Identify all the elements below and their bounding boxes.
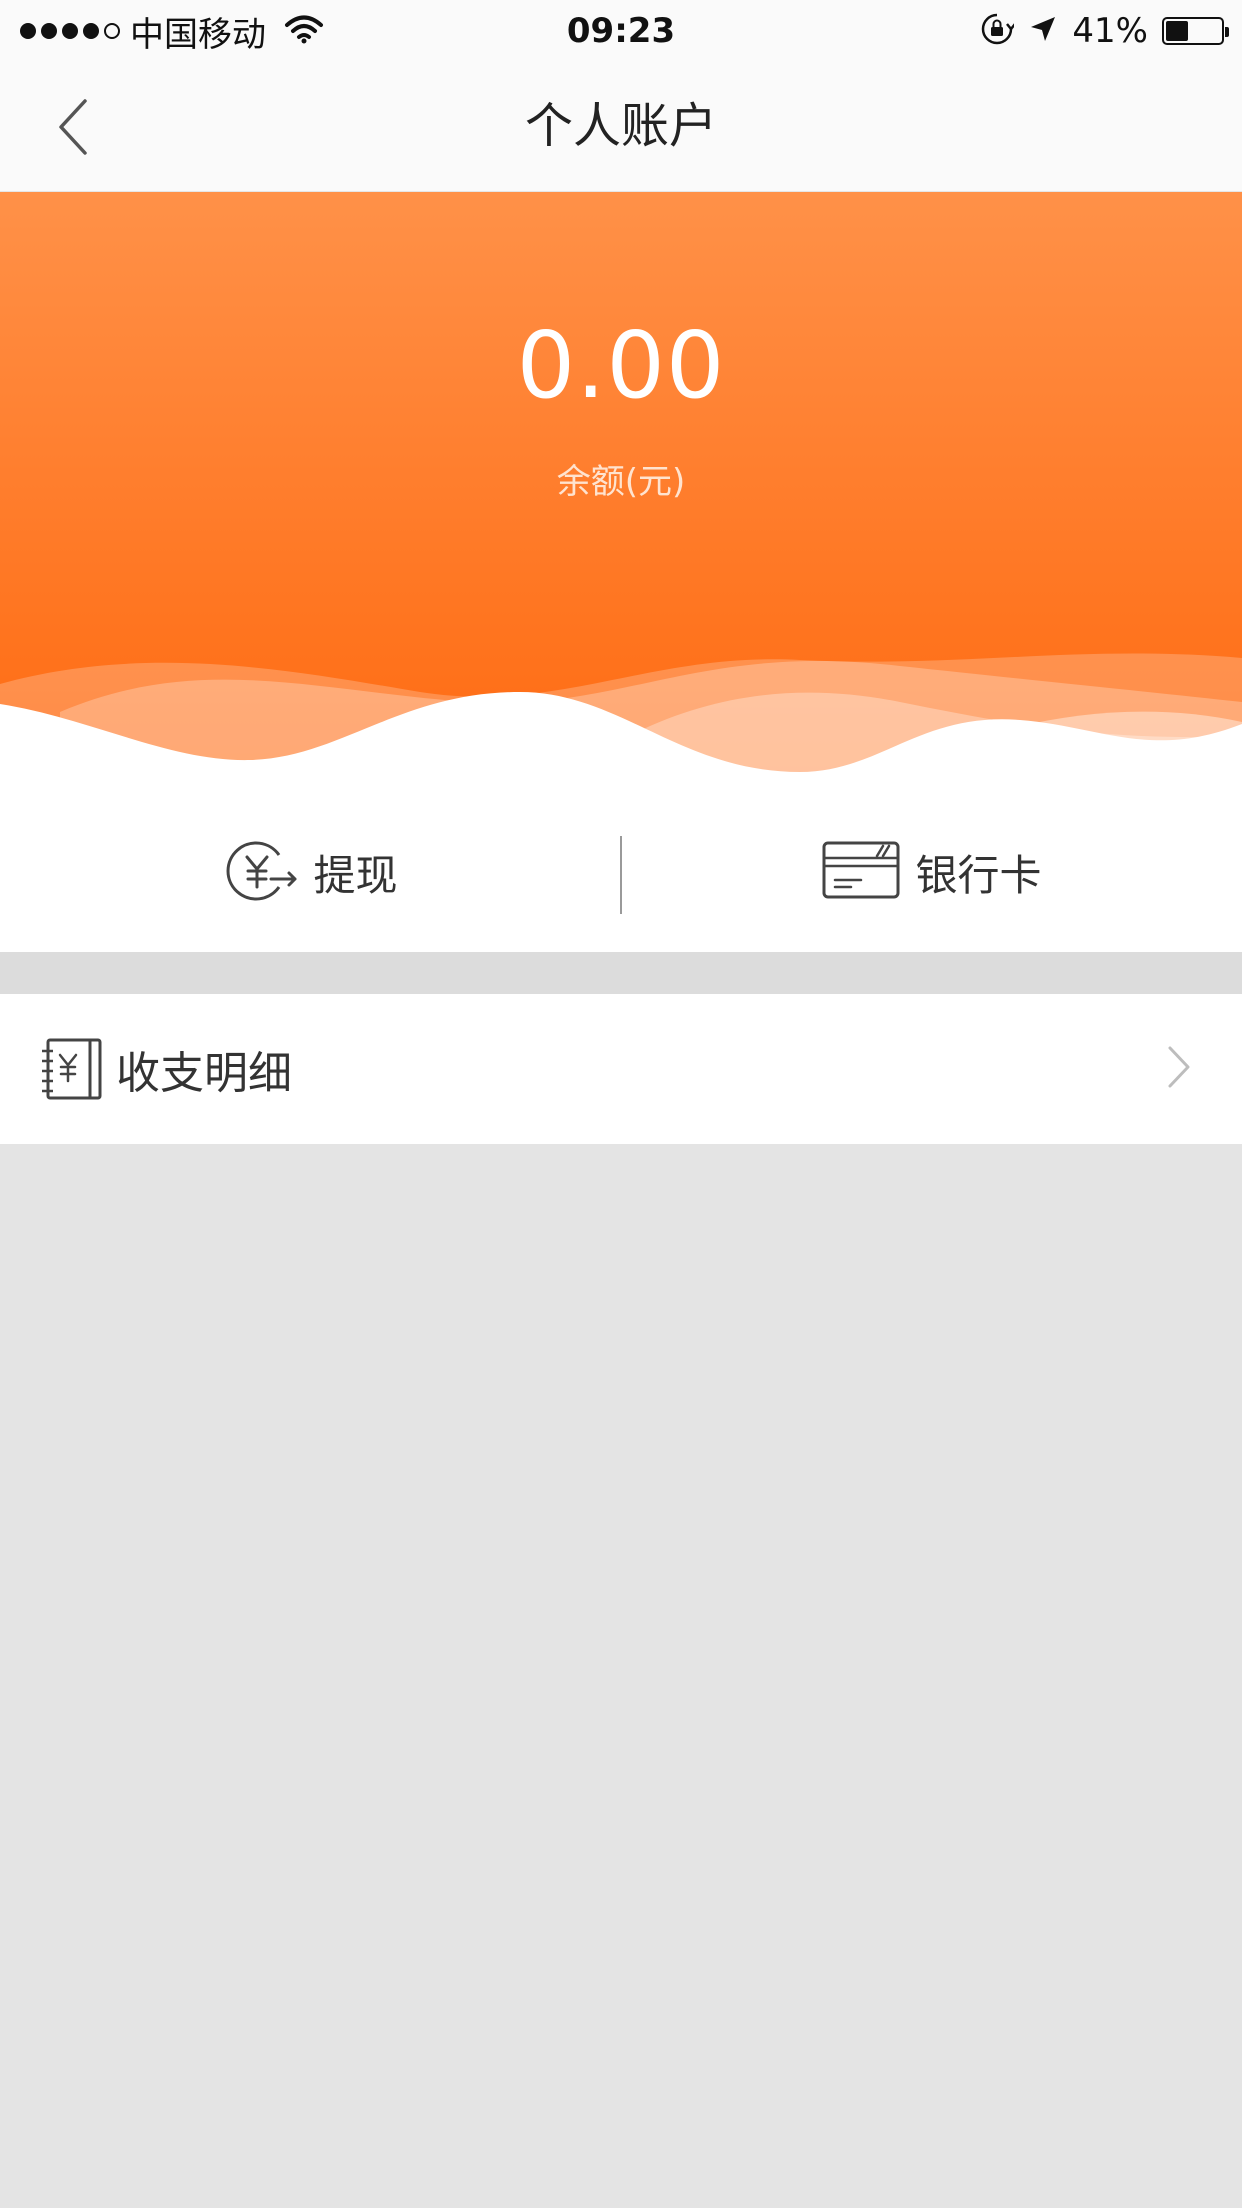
battery-percent: 41% [1072, 11, 1148, 51]
carrier-name: 中国移动 [130, 14, 266, 55]
actions-divider [620, 836, 622, 914]
wave-decoration [0, 653, 1242, 792]
status-bar: 中国移动 09:23 41% [0, 0, 1242, 62]
wifi-icon [284, 14, 324, 48]
nav-bar: 个人账户 [0, 62, 1242, 192]
balance-header: 0.00 余额(元) [0, 192, 1242, 792]
battery-icon [1162, 17, 1229, 45]
ledger-icon [40, 1037, 104, 1101]
page-title: 个人账户 [524, 98, 717, 154]
battery-fill [1166, 21, 1189, 41]
balance-label: 余额(元) [556, 462, 686, 502]
bank-card-label: 银行卡 [915, 850, 1042, 900]
bank-card-icon [821, 840, 901, 904]
status-bar-left: 中国移动 [20, 0, 324, 62]
location-arrow-icon [1028, 14, 1058, 48]
transactions-label: 收支明细 [116, 1048, 292, 1099]
chevron-left-icon [59, 99, 87, 155]
list-item-transactions[interactable]: 收支明细 [0, 994, 1242, 1144]
yuan-withdraw-icon [223, 835, 299, 909]
balance-amount: 0.00 [516, 312, 726, 419]
account-actions: 提现 银行卡 [0, 792, 1242, 952]
chevron-right-icon [1166, 1044, 1192, 1094]
withdraw-button[interactable]: 提现 [0, 792, 621, 952]
back-button[interactable] [40, 92, 110, 162]
orientation-lock-icon [980, 12, 1017, 50]
withdraw-label: 提现 [313, 850, 398, 900]
bank-card-button[interactable]: 银行卡 [621, 792, 1242, 952]
signal-strength-icon [20, 23, 120, 39]
status-bar-right: 41% [980, 0, 1229, 62]
section-gap [0, 952, 1242, 994]
